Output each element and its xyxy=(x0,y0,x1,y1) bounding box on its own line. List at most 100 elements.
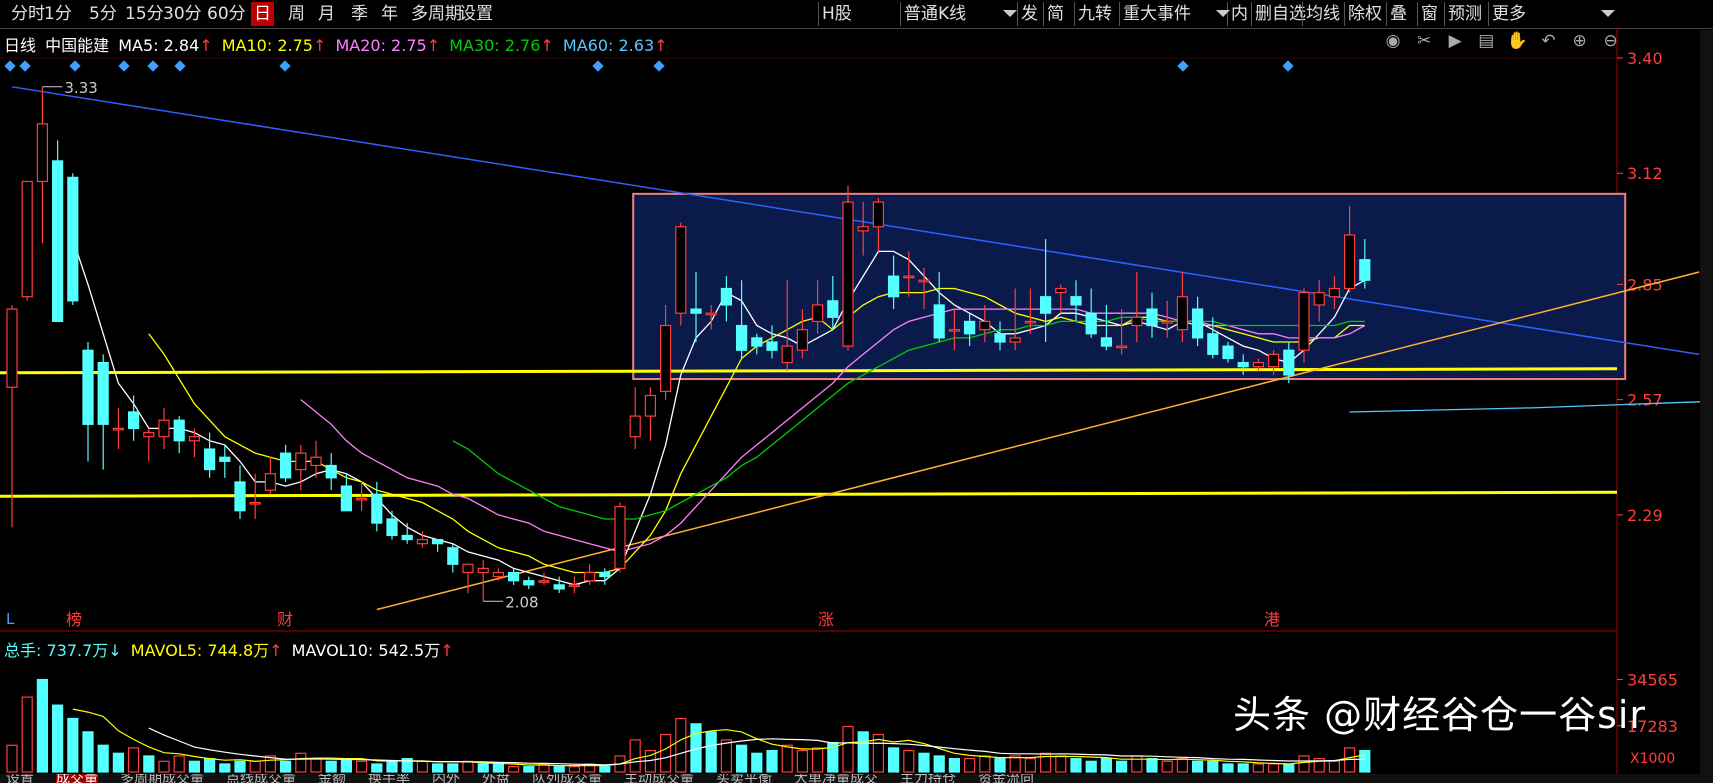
volume-bar xyxy=(173,755,185,773)
low-label: 2.08 xyxy=(505,593,538,611)
candle-body xyxy=(310,456,322,467)
candle-body xyxy=(1055,287,1067,294)
candle-body xyxy=(872,201,885,228)
indicator-tab-1[interactable]: 成交量 xyxy=(56,774,98,783)
volume-bar xyxy=(295,752,307,773)
event-diamond-icon xyxy=(653,60,665,72)
indicator-tab-0[interactable]: 设置 xyxy=(6,774,34,783)
indicator-tab-3[interactable]: 点线成交量 xyxy=(226,774,296,783)
volume-bar xyxy=(523,766,535,773)
candle-body xyxy=(614,506,626,569)
candle-body xyxy=(264,473,276,491)
volume-bar xyxy=(811,747,824,773)
volume-bar xyxy=(356,760,368,773)
candle-body xyxy=(219,456,231,462)
candle-body xyxy=(1252,361,1265,368)
volume-bar xyxy=(1085,760,1097,773)
volume-bar xyxy=(508,766,520,773)
volume-bar xyxy=(1024,758,1037,773)
candle-body xyxy=(143,431,155,438)
candle-body xyxy=(690,308,702,314)
candle-body xyxy=(97,361,109,425)
volume-bar xyxy=(766,749,778,773)
candle-body xyxy=(356,497,368,501)
indicator-tab-8[interactable]: 队列成交量 xyxy=(532,774,602,783)
candle-body xyxy=(887,275,900,298)
candle-body xyxy=(796,329,809,351)
candle-body xyxy=(675,226,687,314)
volume-bar xyxy=(1070,758,1082,773)
indicator-tab-7[interactable]: 外盘 xyxy=(482,774,510,783)
event-diamond-icon xyxy=(1282,60,1294,72)
volume-bar xyxy=(1131,755,1143,773)
volume-bar xyxy=(1267,763,1280,773)
event-diamond-icon xyxy=(4,60,16,72)
candle-body xyxy=(371,493,383,524)
volume-bar xyxy=(1100,758,1113,773)
candle-body xyxy=(735,324,748,351)
indicator-tab-13[interactable]: 资金流向 xyxy=(978,774,1034,783)
left-marker: L xyxy=(6,610,15,628)
volume-bar xyxy=(188,760,200,773)
volume-bar xyxy=(918,752,930,773)
candle-body xyxy=(492,571,504,578)
candle-body xyxy=(1359,259,1371,281)
candle-body xyxy=(462,563,474,574)
watermark: 头条 @财经谷仓一谷sir xyxy=(1233,693,1647,737)
candle-body xyxy=(340,485,352,512)
candle-body xyxy=(948,329,961,332)
volume-bar xyxy=(462,760,474,773)
candle-body xyxy=(51,160,64,323)
candle-body xyxy=(1115,345,1128,349)
volume-bar xyxy=(1359,749,1371,773)
volume-bar xyxy=(1298,755,1310,773)
event-diamond-icon xyxy=(592,60,604,72)
candle-body xyxy=(583,571,596,582)
indicator-tab-2[interactable]: 多周期成交量 xyxy=(120,774,204,783)
candle-body xyxy=(325,464,337,479)
volume-bar xyxy=(1009,755,1021,773)
indicator-tab-10[interactable]: 买卖平衡 xyxy=(716,774,772,783)
event-diamond-icon xyxy=(69,60,81,72)
candle-body xyxy=(857,226,869,232)
candle-body xyxy=(1131,316,1143,327)
volume-bar xyxy=(1115,760,1128,773)
volume-bar xyxy=(903,749,915,773)
candle-body xyxy=(1313,292,1325,306)
candle-body xyxy=(963,320,976,335)
candle-body xyxy=(82,349,94,425)
event-marker-3: 港 xyxy=(1264,610,1280,629)
volume-bar xyxy=(599,766,611,773)
volume-bar xyxy=(1328,760,1341,773)
volume-bar xyxy=(720,739,733,773)
indicator-tab-6[interactable]: 内外 xyxy=(432,774,460,783)
volume-bar xyxy=(1161,760,1173,773)
event-diamond-icon xyxy=(147,60,159,72)
candle-body xyxy=(1039,296,1052,314)
volume-bar xyxy=(659,733,672,773)
candle-body xyxy=(918,279,930,283)
indicator-tab-12[interactable]: 主力持仓 xyxy=(900,774,956,783)
indicator-tab-11[interactable]: 大单净量成交 xyxy=(794,774,878,783)
kline-chart[interactable]: 3.403.122.852.572.2934565172833.332.08榜财… xyxy=(0,0,1713,783)
volume-bar xyxy=(82,731,94,773)
indicator-tab-5[interactable]: 换手率 xyxy=(368,774,410,783)
volume-bar xyxy=(842,725,854,773)
indicator-tab-9[interactable]: 主动成交量 xyxy=(624,774,694,783)
candle-body xyxy=(1070,296,1082,306)
volume-bar xyxy=(234,760,246,773)
volume-bar xyxy=(340,758,352,773)
indicator-tab-4[interactable]: 金额 xyxy=(318,774,346,783)
candle-body xyxy=(416,538,428,545)
volume-bar xyxy=(128,747,140,773)
high-label: 3.33 xyxy=(64,79,97,97)
candle-body xyxy=(158,419,170,438)
volume-bar xyxy=(310,758,322,773)
candle-body xyxy=(1085,312,1097,335)
candle-body xyxy=(280,452,292,479)
candle-body xyxy=(1237,361,1249,368)
candle-body xyxy=(1207,333,1219,355)
candle-body xyxy=(173,419,185,442)
volume-bar xyxy=(1191,760,1204,773)
volume-bar xyxy=(963,758,976,773)
